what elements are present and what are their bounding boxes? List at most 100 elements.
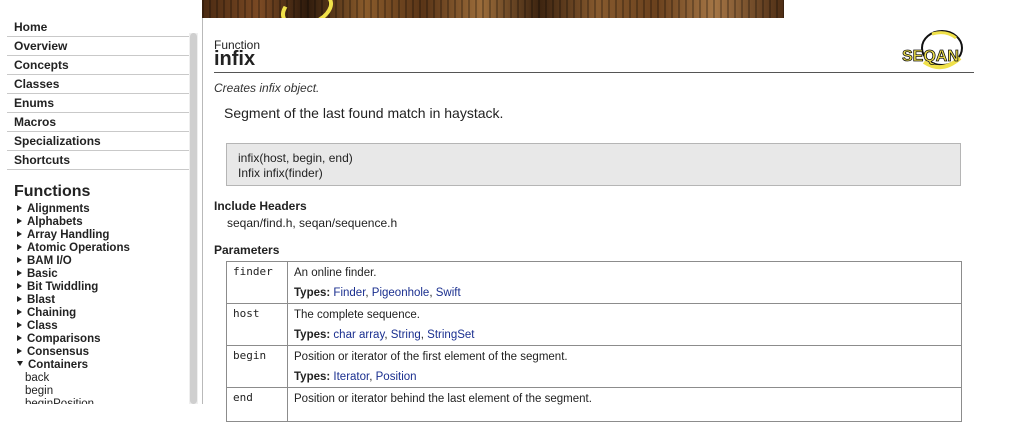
- type-link-char-array[interactable]: char array: [333, 329, 384, 341]
- param-desc-cell: Position or iterator of the first elemen…: [287, 345, 962, 388]
- param-desc-cell: Position or iterator behind the last ele…: [287, 387, 962, 422]
- sidebar-scrollbar[interactable]: [189, 33, 198, 404]
- param-types: Types: char array, String, StringSet: [294, 329, 475, 341]
- expand-arrow-icon: [17, 309, 22, 315]
- collapse-arrow-icon: [17, 361, 23, 366]
- type-link-pigeonhole[interactable]: Pigeonhole: [372, 287, 430, 299]
- table-row: finder An online finder. Types: Finder, …: [226, 261, 962, 304]
- category-label: Basic: [27, 268, 58, 280]
- type-link-position[interactable]: Position: [376, 371, 417, 383]
- table-row: host The complete sequence. Types: char …: [226, 303, 962, 346]
- sidebar-nav: Home Overview Concepts Classes Enums Mac…: [0, 18, 202, 170]
- expand-arrow-icon: [17, 205, 22, 211]
- param-desc-cell: An online finder. Types: Finder, Pigeonh…: [287, 261, 962, 304]
- category-alignments[interactable]: Alignments: [17, 203, 202, 216]
- types-label: Types:: [294, 287, 331, 299]
- category-chaining[interactable]: Chaining: [17, 307, 202, 320]
- functions-heading: Functions: [14, 183, 91, 200]
- category-class[interactable]: Class: [17, 320, 202, 333]
- table-row: end Position or iterator behind the last…: [226, 387, 962, 422]
- category-alphabets[interactable]: Alphabets: [17, 216, 202, 229]
- expand-arrow-icon: [17, 283, 22, 289]
- category-containers[interactable]: Containers: [17, 359, 202, 372]
- parameters-table: finder An online finder. Types: Finder, …: [226, 261, 962, 422]
- title-divider: [214, 72, 974, 73]
- types-label: Types:: [294, 371, 331, 383]
- table-row: begin Position or iterator of the first …: [226, 345, 962, 388]
- include-headers-value: seqan/find.h, seqan/sequence.h: [227, 216, 398, 230]
- type-link-iterator[interactable]: Iterator: [333, 371, 369, 383]
- nav-home[interactable]: Home: [7, 18, 198, 37]
- param-name: end: [226, 387, 288, 422]
- main-content: Function infix SEQAN Creates infix objec…: [214, 0, 974, 422]
- nav-specializations[interactable]: Specializations: [7, 132, 198, 151]
- include-headers-heading: Include Headers: [214, 199, 307, 213]
- signature-line: Infix infix(finder): [238, 166, 323, 180]
- category-bam-io[interactable]: BAM I/O: [17, 255, 202, 268]
- category-blast[interactable]: Blast: [17, 294, 202, 307]
- category-bit-twiddling[interactable]: Bit Twiddling: [17, 281, 202, 294]
- category-label: Blast: [27, 294, 56, 306]
- param-desc-cell: The complete sequence. Types: char array…: [287, 303, 962, 346]
- type-link-stringset[interactable]: StringSet: [427, 329, 474, 341]
- category-list: Alignments Alphabets Array Handling Atom…: [0, 203, 202, 404]
- category-consensus[interactable]: Consensus: [17, 346, 202, 359]
- function-link-back[interactable]: back: [25, 372, 202, 385]
- seqan-logo[interactable]: SEQAN: [902, 28, 972, 72]
- sidebar-top: [0, 0, 202, 18]
- nav-macros[interactable]: Macros: [7, 113, 198, 132]
- nav-overview[interactable]: Overview: [7, 37, 198, 56]
- expand-arrow-icon: [17, 296, 22, 302]
- category-label: Comparisons: [27, 333, 101, 345]
- category-label: Bit Twiddling: [27, 281, 99, 293]
- param-description: Position or iterator behind the last ele…: [294, 393, 592, 405]
- type-link-swift[interactable]: Swift: [436, 287, 461, 299]
- logo-text: SEQAN: [902, 48, 959, 65]
- description-text: Segment of the last found match in hayst…: [224, 105, 504, 121]
- nav-shortcuts[interactable]: Shortcuts: [7, 151, 198, 170]
- expand-arrow-icon: [17, 257, 22, 263]
- expand-arrow-icon: [17, 270, 22, 276]
- category-label: Chaining: [27, 307, 77, 319]
- signature-line: infix(host, begin, end): [238, 151, 353, 165]
- category-comparisons[interactable]: Comparisons: [17, 333, 202, 346]
- expand-arrow-icon: [17, 335, 22, 341]
- category-atomic-operations[interactable]: Atomic Operations: [17, 242, 202, 255]
- category-label: Alignments: [27, 203, 90, 215]
- param-description: The complete sequence.: [294, 309, 420, 321]
- signature-box: infix(host, begin, end) Infix infix(find…: [226, 143, 961, 186]
- param-name: host: [226, 303, 288, 346]
- param-description: An online finder.: [294, 267, 377, 279]
- param-description: Position or iterator of the first elemen…: [294, 351, 568, 363]
- category-label: BAM I/O: [27, 255, 72, 267]
- category-label: Alphabets: [27, 216, 83, 228]
- expand-arrow-icon: [17, 348, 22, 354]
- expand-arrow-icon: [17, 218, 22, 224]
- summary-text: Creates infix object.: [214, 81, 320, 95]
- nav-enums[interactable]: Enums: [7, 94, 198, 113]
- types-label: Types:: [294, 329, 331, 341]
- page-title: infix: [214, 48, 256, 70]
- sidebar: Home Overview Concepts Classes Enums Mac…: [0, 0, 203, 404]
- param-name: finder: [226, 261, 288, 304]
- type-link-string[interactable]: String: [391, 329, 421, 341]
- expand-arrow-icon: [17, 322, 22, 328]
- category-label: Array Handling: [27, 229, 110, 241]
- nav-classes[interactable]: Classes: [7, 75, 198, 94]
- parameters-heading: Parameters: [214, 243, 280, 257]
- category-basic[interactable]: Basic: [17, 268, 202, 281]
- function-link-beginposition[interactable]: beginPosition: [25, 398, 202, 404]
- param-types: Types: Finder, Pigeonhole, Swift: [294, 287, 461, 299]
- nav-concepts[interactable]: Concepts: [7, 56, 198, 75]
- category-label: Containers: [28, 359, 89, 371]
- sidebar-scrollbar-thumb[interactable]: [190, 33, 197, 404]
- param-types: Types: Iterator, Position: [294, 371, 417, 383]
- expand-arrow-icon: [17, 244, 22, 250]
- category-label: Class: [27, 320, 58, 332]
- type-link-finder[interactable]: Finder: [333, 287, 365, 299]
- param-name: begin: [226, 345, 288, 388]
- category-label: Atomic Operations: [27, 242, 130, 254]
- expand-arrow-icon: [17, 231, 22, 237]
- category-array-handling[interactable]: Array Handling: [17, 229, 202, 242]
- function-link-begin[interactable]: begin: [25, 385, 202, 398]
